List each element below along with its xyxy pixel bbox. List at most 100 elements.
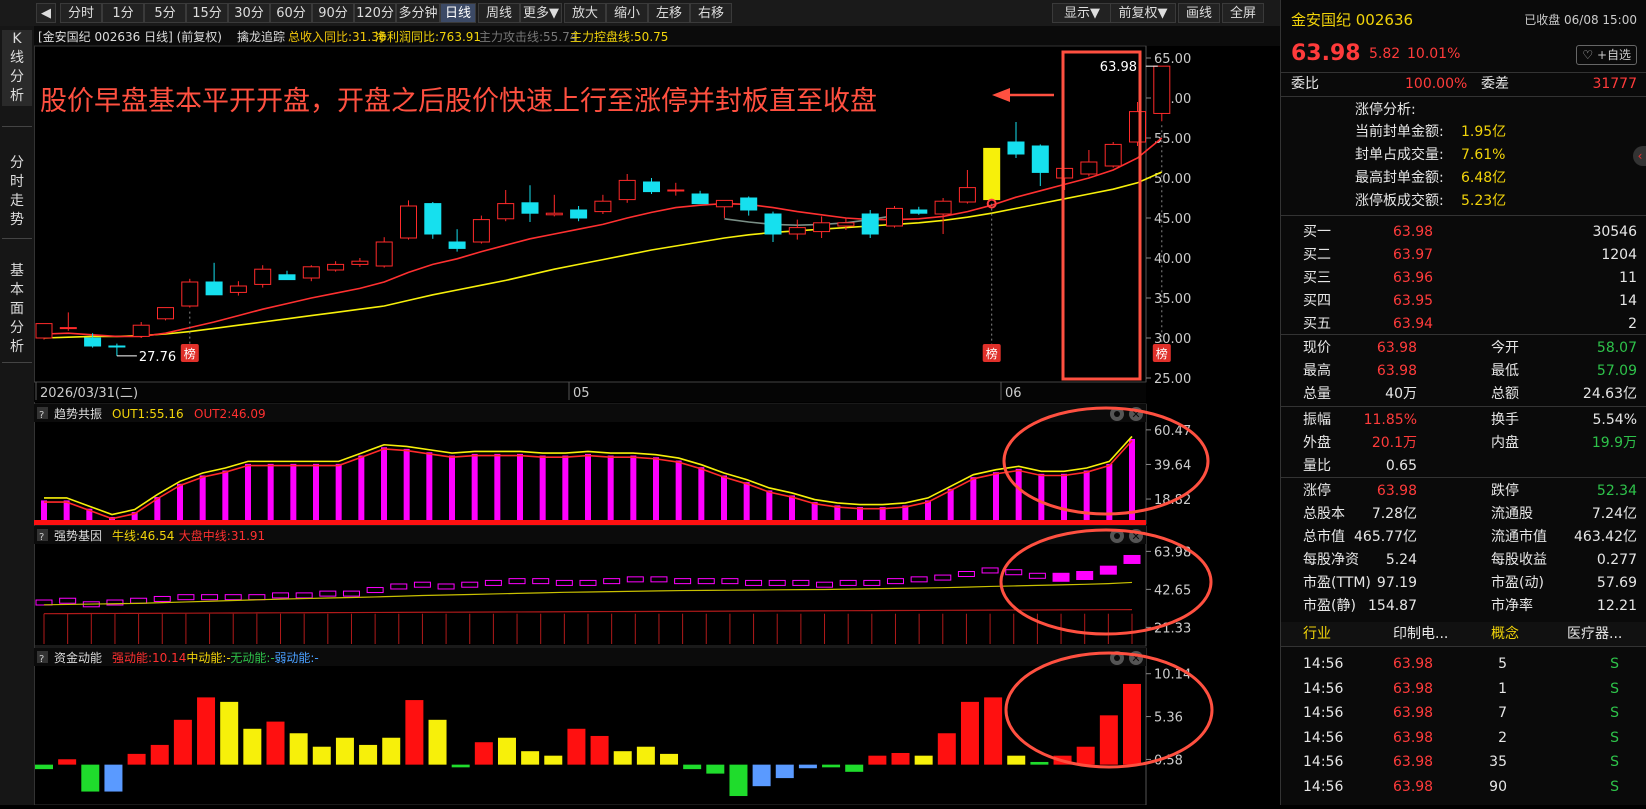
capital-bar	[220, 701, 239, 765]
concept-value[interactable]: 医疗器...	[1567, 622, 1622, 646]
candle-body	[570, 209, 588, 219]
capital-bar	[428, 719, 447, 765]
concept-label[interactable]: 概念	[1491, 622, 1519, 646]
bid-row[interactable]: 买三 63.96 11	[1281, 266, 1646, 290]
main-ytick-label: 50.00	[1154, 172, 1191, 187]
tick-row: 14:56 63.98 90 S	[1303, 778, 1619, 795]
period-button-9[interactable]: 日线	[440, 3, 476, 23]
limit-row: 涨停板成交额: 5.23亿	[1355, 193, 1507, 209]
trend-resonance-legend-0: OUT1:55.16	[112, 407, 184, 421]
capital-bar	[914, 755, 933, 765]
tick-row: 14:56 63.98 5 S	[1303, 656, 1619, 672]
period-button-13[interactable]: 缩小	[606, 3, 648, 23]
period-button-5[interactable]: 60分	[270, 3, 312, 23]
gene-block	[1005, 569, 1023, 576]
period-button-14[interactable]: 左移	[648, 3, 690, 23]
stat-row: 量比 0.65	[1303, 458, 1417, 474]
help-icon-glyph: ?	[39, 654, 44, 665]
gene-block	[413, 581, 431, 588]
capital-bar	[405, 700, 424, 765]
stats-divider	[1281, 477, 1646, 478]
period-button-2[interactable]: 5分	[144, 3, 186, 23]
period-button-1[interactable]: 1分	[102, 3, 144, 23]
stats-divider	[1281, 406, 1646, 407]
candle-body	[1104, 143, 1122, 167]
candle-body	[643, 181, 660, 193]
sidebar-tab-2[interactable]: 基本面分析	[2, 262, 32, 357]
period-button-0[interactable]: 分时	[60, 3, 102, 23]
gene-block	[295, 592, 313, 599]
candle-body	[35, 323, 53, 339]
limit-row: 封单占成交量: 7.61%	[1355, 147, 1506, 163]
arrow-head-icon	[992, 88, 1010, 102]
gene-block	[248, 594, 266, 601]
add-watchlist-button[interactable]: ♡ +自选	[1576, 45, 1637, 65]
capital-bar	[359, 744, 378, 765]
capital-bar	[1076, 746, 1095, 765]
period-button-15[interactable]: 右移	[690, 3, 732, 23]
trend-bar	[585, 453, 591, 522]
capital-bar	[868, 755, 887, 765]
industry-label[interactable]: 行业	[1303, 622, 1331, 646]
gene-block	[437, 583, 455, 590]
candle-body	[181, 281, 199, 307]
toolbar-right-button-3[interactable]: 全屏	[1222, 3, 1264, 23]
weicha-value: 31777	[1592, 76, 1637, 92]
trend-bar	[1129, 438, 1135, 522]
candle-body	[521, 202, 539, 214]
market-midline	[43, 609, 1133, 615]
gene-block	[1099, 565, 1117, 575]
trend-resonance-title: 趋势共振	[54, 407, 102, 421]
heart-icon: ♡	[1582, 48, 1594, 62]
period-button-6[interactable]: 90分	[312, 3, 354, 23]
left-sidebar: K线分析分时走势基本面分析	[0, 26, 35, 805]
capital-bar	[243, 728, 262, 765]
last-price: 63.98	[1291, 41, 1361, 66]
period-button-7[interactable]: 120分	[354, 3, 396, 23]
trend-bar	[222, 470, 229, 522]
toolbar-right-button-1[interactable]: 前复权▼	[1110, 3, 1176, 23]
period-button-10[interactable]: 周线	[478, 3, 520, 23]
gene-block	[792, 579, 810, 586]
period-button-3[interactable]: 15分	[186, 3, 228, 23]
toolbar-right-button-2[interactable]: 画线	[1178, 3, 1220, 23]
gene-block	[674, 578, 692, 585]
gene-block	[1052, 572, 1070, 582]
sub-ytick-label: 39.64	[1154, 458, 1191, 473]
period-button-4[interactable]: 30分	[228, 3, 270, 23]
bid-row[interactable]: 买二 63.97 1204	[1281, 243, 1646, 267]
candle-body	[618, 179, 636, 201]
capital-bar	[729, 764, 748, 797]
period-button-8[interactable]: 多分钟	[396, 3, 440, 23]
period-button-11[interactable]: 更多▼	[520, 3, 562, 23]
trend-bar	[517, 453, 523, 522]
limit-row: 最高封单金额: 6.48亿	[1355, 170, 1507, 186]
stat-row: 市盈(静) 154.87 市净率 12.21	[1303, 598, 1637, 614]
gear-icon-hole	[1114, 411, 1120, 417]
bid-row[interactable]: 买五 63.94 2	[1281, 312, 1646, 336]
bid-row[interactable]: 买一 63.98 30546	[1281, 220, 1646, 244]
capital-bar	[58, 759, 77, 765]
period-button-12[interactable]: 放大	[564, 3, 606, 23]
gear-icon-hole	[1114, 655, 1120, 661]
annotation-text: 股价早盘基本平开开盘，开盘之后股价快速上行至涨停并封板直至收盘	[40, 86, 877, 117]
trend-bar	[675, 460, 682, 522]
trend-bar	[743, 482, 750, 522]
toolbar-right-button-0[interactable]: 显示▼	[1052, 3, 1112, 23]
indicator-value-3: 主力控盘线:50.75	[570, 29, 668, 44]
industry-value[interactable]: 印制电...	[1393, 622, 1448, 646]
gene-block	[390, 583, 408, 590]
chart-svg: [金安国纪 002636 日线] (前复权) 擒龙追踪 总收入同比:31.36净利润…	[33, 26, 1280, 806]
gear-icon-hole	[1114, 533, 1120, 539]
sidebar-tab-0[interactable]: K线分析	[2, 30, 32, 106]
candle-body	[788, 227, 806, 235]
gene-block	[177, 594, 195, 601]
gene-block	[839, 579, 857, 586]
sidebar-tab-1[interactable]: 分时走势	[2, 154, 32, 230]
help-icon-glyph: ?	[39, 532, 44, 543]
collapse-left-icon[interactable]: ◀	[36, 3, 56, 23]
candle-body	[400, 205, 417, 239]
bid-row[interactable]: 买四 63.95 14	[1281, 289, 1646, 313]
capital-bar	[266, 721, 285, 765]
collapse-right-icon[interactable]: ‹	[1633, 146, 1646, 166]
